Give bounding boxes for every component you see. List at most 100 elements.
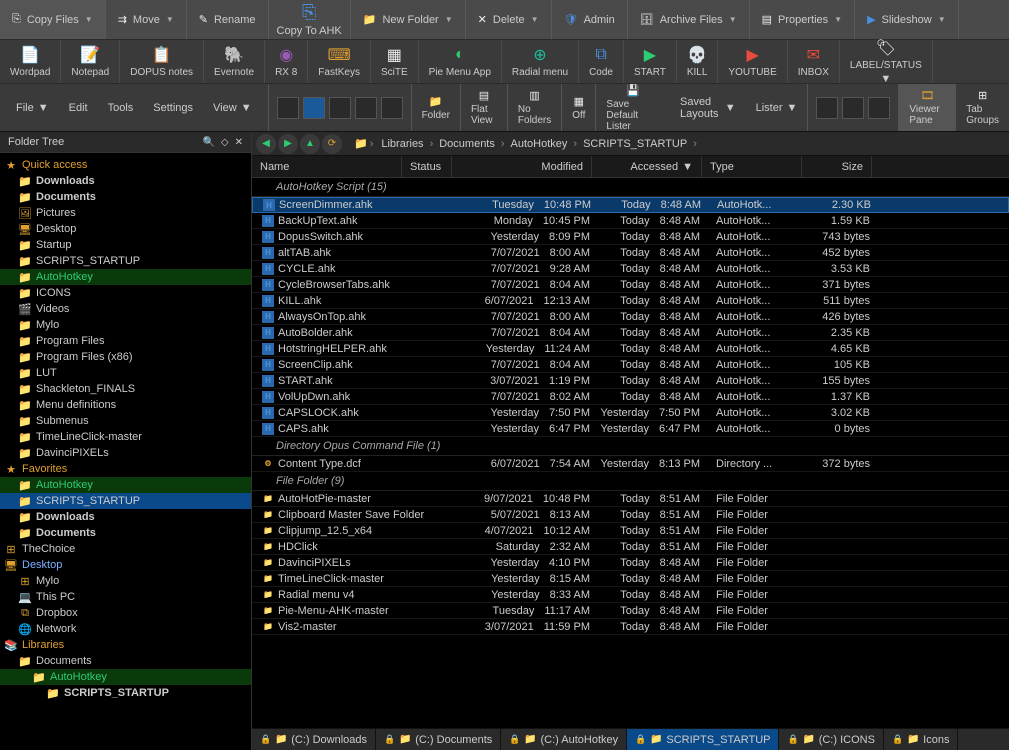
col-accessed[interactable]: Accessed▼	[592, 156, 702, 177]
file-group-header[interactable]: Directory Opus Command File (1)	[252, 437, 1009, 456]
fastkeys-button[interactable]: ⌨FastKeys	[308, 40, 371, 83]
menu-file[interactable]: File▼	[6, 84, 59, 131]
tree-node[interactable]: 💻This PC	[0, 589, 251, 605]
start-button[interactable]: ▶START	[624, 40, 677, 83]
file-row[interactable]: HVolUpDwn.ahk7/07/20218:02 AMToday8:48 A…	[252, 389, 1009, 405]
tree-node[interactable]: 📁Submenus	[0, 413, 251, 429]
file-row[interactable]: HCycleBrowserTabs.ahk7/07/20218:04 AMTod…	[252, 277, 1009, 293]
tree-node[interactable]: 📁Menu definitions	[0, 397, 251, 413]
panel-1[interactable]	[816, 97, 838, 119]
admin-button[interactable]: 🛡Admin	[552, 0, 628, 39]
tree-node[interactable]: 🌐Network	[0, 621, 251, 637]
tree-node[interactable]: 🖥Desktop	[0, 221, 251, 237]
evernote-button[interactable]: 🐘Evernote	[204, 40, 265, 83]
tree-node[interactable]: 📁DavinciPIXELs	[0, 445, 251, 461]
panel-3[interactable]	[868, 97, 890, 119]
tree-node[interactable]: 📁Program Files (x86)	[0, 349, 251, 365]
view-thumbs[interactable]	[381, 97, 403, 119]
view-tiles[interactable]	[355, 97, 377, 119]
collapse-icon[interactable]: ◇	[221, 137, 229, 148]
label-status-button[interactable]: 🏷LABEL/STATUS▼	[840, 40, 933, 83]
search-icon[interactable]: 🔍	[202, 137, 214, 148]
tree-node[interactable]: 📁LUT	[0, 365, 251, 381]
flat-view-tool[interactable]: ▤Flat View	[460, 84, 507, 131]
lister-button[interactable]: Lister▼	[746, 102, 808, 114]
file-row[interactable]: 📁TimeLineClick-masterYesterday8:15 AMTod…	[252, 571, 1009, 587]
radial-menu-button[interactable]: ⊕Radial menu	[502, 40, 579, 83]
menu-tools[interactable]: Tools	[98, 84, 144, 131]
nav-refresh[interactable]: ⟳	[322, 134, 342, 154]
file-row[interactable]: 📁Pie-Menu-AHK-masterTuesday11:17 AMToday…	[252, 603, 1009, 619]
folder-tab[interactable]: 🔒📁(C:) ICONS	[779, 729, 883, 750]
inbox-button[interactable]: ✉INBOX	[788, 40, 840, 83]
tree-node[interactable]: 🖼Pictures	[0, 205, 251, 221]
close-icon[interactable]: ✕	[235, 137, 243, 148]
kill-button[interactable]: 💀KILL	[677, 40, 719, 83]
tree-node[interactable]: 📁Downloads	[0, 173, 251, 189]
breadcrumb-item[interactable]: Libraries	[375, 138, 429, 150]
slideshow-button[interactable]: ▶Slideshow▼	[855, 0, 959, 39]
tree-node[interactable]: 📁TimeLineClick-master	[0, 429, 251, 445]
tree-node[interactable]: ⧉Dropbox	[0, 605, 251, 621]
new-folder-button[interactable]: 📁New Folder▼	[351, 0, 466, 39]
nav-back[interactable]: ◀	[256, 134, 276, 154]
code-button[interactable]: ⧉Code	[579, 40, 624, 83]
folder-tab[interactable]: 🔒📁(C:) AutoHotkey	[501, 729, 627, 750]
file-row[interactable]: HCAPSLOCK.ahkYesterday7:50 PMYesterday7:…	[252, 405, 1009, 421]
tree-node[interactable]: ⊞Mylo	[0, 573, 251, 589]
file-row[interactable]: HCYCLE.ahk7/07/20219:28 AMToday8:48 AMAu…	[252, 261, 1009, 277]
tree-node[interactable]: 📁SCRIPTS_STARTUP	[0, 493, 251, 509]
tree-node[interactable]: 📁Downloads	[0, 509, 251, 525]
folder-tab[interactable]: 🔒📁(C:) Documents	[376, 729, 501, 750]
tree-body[interactable]: ★Quick access📁Downloads📁Documents🖼Pictur…	[0, 153, 251, 750]
tree-node[interactable]: 📁AutoHotkey	[0, 269, 251, 285]
file-row[interactable]: HHotstringHELPER.ahkYesterday11:24 AMTod…	[252, 341, 1009, 357]
tree-node[interactable]: 📁AutoHotkey	[0, 669, 251, 685]
menu-edit[interactable]: Edit	[59, 84, 98, 131]
folder-tab[interactable]: 🔒📁Icons	[884, 729, 959, 750]
tree-node[interactable]: ★Favorites	[0, 461, 251, 477]
col-name[interactable]: Name	[252, 156, 402, 177]
col-modified[interactable]: Modified	[452, 156, 592, 177]
pie-menu-button[interactable]: ◐Pie Menu App	[419, 40, 502, 83]
col-type[interactable]: Type	[702, 156, 802, 177]
tree-node[interactable]: 📁Documents	[0, 525, 251, 541]
file-row[interactable]: 📁DavinciPIXELsYesterday4:10 PMToday8:48 …	[252, 555, 1009, 571]
nav-up[interactable]: ▲	[300, 134, 320, 154]
file-row[interactable]: 📁HDClickSaturday2:32 AMToday8:51 AMFile …	[252, 539, 1009, 555]
col-status[interactable]: Status	[402, 156, 452, 177]
file-group-header[interactable]: AutoHotkey Script (15)	[252, 178, 1009, 197]
off-tool[interactable]: ▦Off	[561, 84, 595, 131]
tree-node[interactable]: 📁SCRIPTS_STARTUP	[0, 253, 251, 269]
tree-node[interactable]: 📁Documents	[0, 653, 251, 669]
tree-node[interactable]: 📁Startup	[0, 237, 251, 253]
dopus-notes-button[interactable]: 📋DOPUS notes	[120, 40, 204, 83]
folder-tab[interactable]: 🔒📁(C:) Downloads	[252, 729, 376, 750]
file-row[interactable]: 📁Radial menu v4Yesterday8:33 AMToday8:48…	[252, 587, 1009, 603]
rx8-button[interactable]: ◉RX 8	[265, 40, 308, 83]
file-row[interactable]: HAlwaysOnTop.ahk7/07/20218:00 AMToday8:4…	[252, 309, 1009, 325]
tree-node[interactable]: 📁ICONS	[0, 285, 251, 301]
file-row[interactable]: HaltTAB.ahk7/07/20218:00 AMToday8:48 AMA…	[252, 245, 1009, 261]
folder-tab[interactable]: 🔒📁SCRIPTS_STARTUP	[627, 729, 779, 750]
file-group-header[interactable]: File Folder (9)	[252, 472, 1009, 491]
col-size[interactable]: Size	[802, 156, 872, 177]
file-row[interactable]: 📁Clipjump_12.5_x644/07/202110:12 AMToday…	[252, 523, 1009, 539]
copy-to-ahk-button[interactable]: ⎘Copy To AHK	[269, 0, 351, 39]
file-row[interactable]: HSTART.ahk3/07/20211:19 PMToday8:48 AMAu…	[252, 373, 1009, 389]
file-row[interactable]: 📁Vis2-master3/07/202111:59 PMToday8:48 A…	[252, 619, 1009, 635]
view-large-icons[interactable]	[277, 97, 299, 119]
folder-tool[interactable]: 📁Folder	[411, 84, 460, 131]
tree-node[interactable]: 📁AutoHotkey	[0, 477, 251, 493]
saved-layouts-button[interactable]: Saved Layouts▼	[670, 96, 746, 120]
tree-node[interactable]: 📚Libraries	[0, 637, 251, 653]
notepad-button[interactable]: 📝Notepad	[61, 40, 120, 83]
file-row[interactable]: HAutoBolder.ahk7/07/20218:04 AMToday8:48…	[252, 325, 1009, 341]
file-row[interactable]: ⚙Content Type.dcf6/07/20217:54 AMYesterd…	[252, 456, 1009, 472]
breadcrumb-item[interactable]: SCRIPTS_STARTUP	[577, 138, 693, 150]
view-details[interactable]	[303, 97, 325, 119]
breadcrumb-item[interactable]: Documents	[433, 138, 501, 150]
panel-2[interactable]	[842, 97, 864, 119]
archive-files-button[interactable]: 🗄Archive Files▼	[628, 0, 750, 39]
copy-files-button[interactable]: ⎘Copy Files▼	[0, 0, 106, 39]
